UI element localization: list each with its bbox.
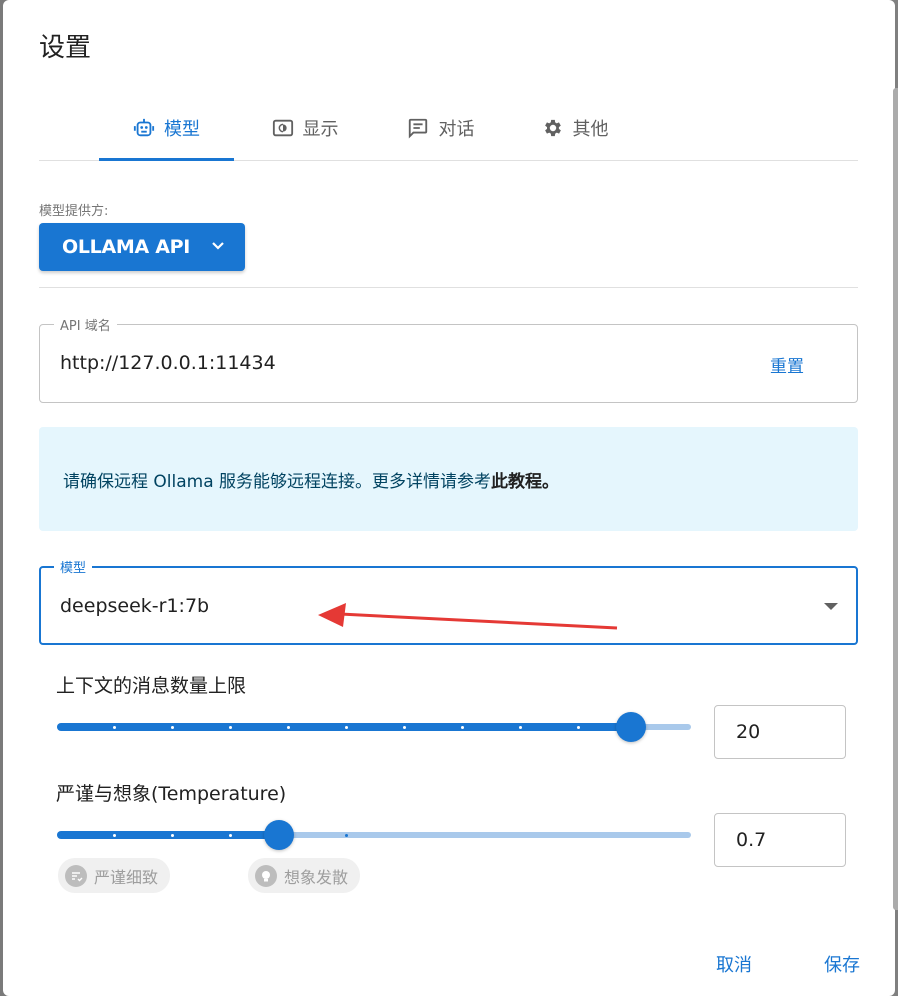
precise-chip: 严谨细致	[58, 858, 171, 893]
slider-mark	[577, 726, 580, 729]
dialog-title: 设置	[39, 33, 92, 63]
settings-tabs: 模型 显示 对话 其他	[39, 96, 858, 161]
context-limit-input[interactable]: 20	[714, 705, 846, 759]
api-domain-label: API 域名	[54, 315, 117, 334]
slider-track	[57, 723, 631, 731]
chip-label: 严谨细致	[94, 867, 159, 887]
lightbulb-icon	[255, 864, 277, 887]
gear-icon	[542, 117, 564, 139]
temperature-label: 严谨与想象(Temperature)	[56, 783, 287, 805]
info-alert: 请确保远程 Ollama 服务能够远程连接。更多详情请参考此教程。	[39, 427, 858, 531]
divider	[39, 287, 858, 288]
cancel-button[interactable]: 取消	[716, 951, 752, 977]
slider-mark	[461, 726, 464, 729]
slider-mark	[171, 834, 174, 837]
tab-chat[interactable]: 对话	[385, 96, 495, 160]
robot-icon	[133, 117, 155, 139]
context-limit-slider[interactable]	[57, 712, 691, 742]
tab-label: 模型	[164, 119, 200, 140]
model-label: 模型	[54, 557, 93, 576]
context-limit-label: 上下文的消息数量上限	[56, 675, 247, 697]
provider-select-button[interactable]: OLLAMA API	[39, 223, 245, 271]
temperature-input[interactable]: 0.7	[714, 813, 846, 867]
model-value: deepseek-r1:7b	[60, 595, 210, 617]
scrollbar[interactable]	[893, 88, 898, 910]
slider-mark	[113, 834, 116, 837]
settings-dialog: 设置 模型 显示 对话 其他 模型提供方: OLLAMA API API 域名 …	[3, 0, 895, 996]
chevron-down-icon	[210, 236, 226, 258]
dropdown-caret-icon	[824, 603, 838, 610]
slider-mark	[403, 726, 406, 729]
slider-mark	[171, 726, 174, 729]
imaginative-chip: 想象发散	[248, 858, 361, 893]
info-text: 请确保远程 Ollama 服务能够远程连接。更多详情请参考	[63, 472, 492, 492]
slider-mark	[345, 726, 348, 729]
slider-mark	[229, 726, 232, 729]
tab-display[interactable]: 显示	[250, 96, 360, 160]
save-button[interactable]: 保存	[824, 951, 860, 977]
slider-mark	[519, 726, 522, 729]
info-message: 请确保远程 Ollama 服务能够远程连接。更多详情请参考此教程。	[63, 467, 559, 492]
provider-value: OLLAMA API	[62, 236, 190, 258]
context-limit-value: 20	[736, 721, 761, 743]
info-suffix: 。	[542, 472, 560, 492]
slider-mark	[287, 726, 290, 729]
slider-mark	[345, 834, 348, 837]
api-domain-input[interactable]: http://127.0.0.1:11434	[60, 352, 276, 374]
slider-mark	[113, 726, 116, 729]
tab-label: 其他	[572, 119, 609, 140]
precise-icon	[65, 864, 87, 887]
tutorial-link[interactable]: 此教程	[491, 472, 542, 492]
chat-icon	[406, 117, 430, 139]
reset-button[interactable]: 重置	[770, 352, 804, 377]
api-domain-field[interactable]: API 域名 http://127.0.0.1:11434 重置	[39, 315, 858, 403]
slider-track	[57, 831, 279, 839]
temperature-slider[interactable]	[57, 820, 691, 850]
provider-label: 模型提供方:	[39, 204, 109, 219]
tab-model[interactable]: 模型	[99, 96, 234, 161]
slider-thumb[interactable]	[616, 712, 646, 742]
tab-label: 显示	[302, 119, 339, 140]
chip-label: 想象发散	[284, 867, 349, 887]
tab-other[interactable]: 其他	[520, 96, 630, 160]
model-select[interactable]: 模型 deepseek-r1:7b	[39, 557, 858, 645]
tab-label: 对话	[438, 119, 475, 140]
slider-thumb[interactable]	[264, 820, 294, 850]
temperature-value: 0.7	[736, 829, 767, 851]
display-icon	[272, 117, 294, 139]
slider-mark	[229, 834, 232, 837]
